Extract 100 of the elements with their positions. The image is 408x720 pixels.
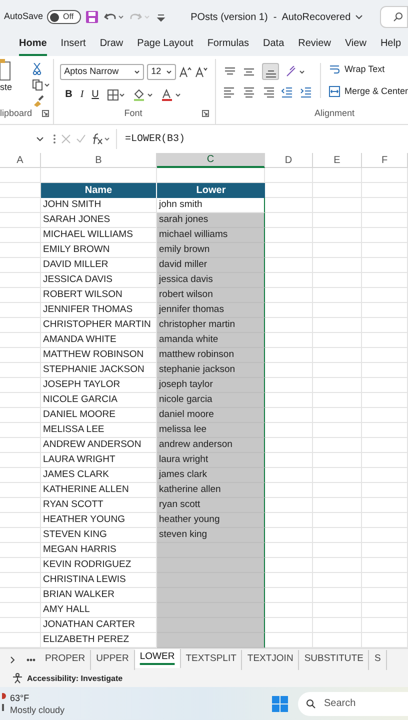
grid-cell[interactable] [313,543,362,558]
font-name-dropdown[interactable]: Aptos Narrow [60,64,144,80]
align-center-icon[interactable] [243,86,256,98]
grid-cell[interactable] [265,228,313,243]
grid-cell[interactable] [265,618,313,633]
grid-cell[interactable] [362,558,408,573]
function-icon[interactable] [91,133,111,145]
search-box[interactable] [380,6,408,28]
grid-cell[interactable] [265,588,313,603]
grid-cell[interactable] [265,303,313,318]
bold-button[interactable]: B [65,87,72,102]
accessibility-status[interactable]: Accessibility: Investigate [27,672,123,684]
sheet-tab[interactable]: LOWER [134,649,181,668]
grid-cell[interactable] [362,423,408,438]
grid-cell[interactable] [362,483,408,498]
grid-cell[interactable] [362,168,408,183]
grid-cell[interactable] [265,198,313,213]
grid-cell[interactable] [265,333,313,348]
grid-cell[interactable] [313,438,362,453]
grid-cell[interactable] [313,603,362,618]
grid-cell[interactable] [265,363,313,378]
grid-cell[interactable] [362,453,408,468]
align-right-icon[interactable] [262,86,274,98]
fill-color-icon[interactable] [132,88,153,100]
grid-cell[interactable] [362,348,408,363]
grid-cell[interactable] [265,348,313,363]
grid-cell[interactable] [313,378,362,393]
grid-cell[interactable] [265,513,313,528]
grid-cell[interactable] [362,393,408,408]
grid-cell[interactable] [313,423,362,438]
grid-cell[interactable] [265,483,313,498]
grid-cell[interactable] [313,363,362,378]
grid-cell[interactable] [265,273,313,288]
grid-cell[interactable] [313,273,362,288]
increase-indent-icon[interactable] [300,86,312,98]
grid-cell[interactable] [265,498,313,513]
column-header[interactable]: E [313,153,362,168]
ribbon-tab[interactable]: Page Layout [137,36,194,56]
grid-cell[interactable] [313,303,362,318]
ribbon-tab[interactable]: View [344,36,366,56]
grid-cell[interactable] [265,603,313,618]
grid-cell[interactable] [362,528,408,543]
launcher-icon[interactable] [202,110,210,117]
grid-cell[interactable] [265,423,313,438]
grid-cell[interactable] [362,273,408,288]
grid-cell[interactable] [313,198,362,213]
grid-cell[interactable] [313,228,362,243]
align-middle-icon[interactable] [243,66,256,78]
grid-cell[interactable] [265,468,313,483]
grid-cell[interactable] [265,453,313,468]
grid-cell[interactable] [362,318,408,333]
launcher-icon[interactable] [42,110,50,118]
ribbon-tab[interactable]: Draw [100,36,124,56]
grid-cell[interactable] [265,558,313,573]
grid-cell[interactable] [265,258,313,273]
grid-cell[interactable] [313,528,362,543]
grid-cell[interactable] [362,288,408,303]
grid-cell[interactable] [265,573,313,588]
grid-cell[interactable] [362,363,408,378]
formula-input[interactable]: =LOWER(B3) [116,129,408,149]
grid-cell[interactable] [265,213,313,228]
ribbon-tab[interactable]: Help [380,36,402,56]
grid-cell[interactable] [362,573,408,588]
grid-cell[interactable] [362,438,408,453]
grid-cell[interactable] [313,408,362,423]
column-header[interactable]: F [362,153,408,168]
grid-cell[interactable] [313,258,362,273]
autosave-toggle[interactable]: Off [47,10,81,24]
grid-cell[interactable] [313,468,362,483]
grid-cell[interactable] [362,378,408,393]
italic-button[interactable]: I [80,87,84,102]
grid-cell[interactable] [265,168,313,183]
grid-cell[interactable] [362,213,408,228]
taskbar-search[interactable]: Search [298,692,408,716]
grid-cell[interactable] [265,183,313,198]
grid-cell[interactable] [265,528,313,543]
font-size-dropdown[interactable]: 12 [147,64,176,80]
align-left-icon[interactable] [224,86,236,98]
grid-cell[interactable] [265,408,313,423]
grid-cell[interactable] [362,498,408,513]
grid-cell[interactable] [362,258,408,273]
grid-cell[interactable] [362,303,408,318]
align-top-icon[interactable] [224,66,236,78]
grid-cell[interactable] [0,168,41,183]
grid-cell[interactable] [362,603,408,618]
wrap-text-button[interactable]: Wrap Text [329,63,408,76]
grid-cell[interactable] [362,333,408,348]
enter-icon[interactable] [76,134,86,144]
grid-cell[interactable] [362,543,408,558]
ribbon-tab[interactable]: Review [298,36,331,56]
grid-cell[interactable] [313,588,362,603]
decrease-indent-icon[interactable] [281,86,294,98]
grid-cell[interactable] [362,588,408,603]
grid-cell[interactable] [313,483,362,498]
grid-cell[interactable] [362,228,408,243]
align-bottom-button[interactable] [262,63,280,80]
font-color-icon[interactable] [160,88,181,100]
grid-cell[interactable] [265,243,313,258]
ribbon-tab[interactable]: Formulas [207,36,250,56]
grid-cell[interactable] [313,288,362,303]
